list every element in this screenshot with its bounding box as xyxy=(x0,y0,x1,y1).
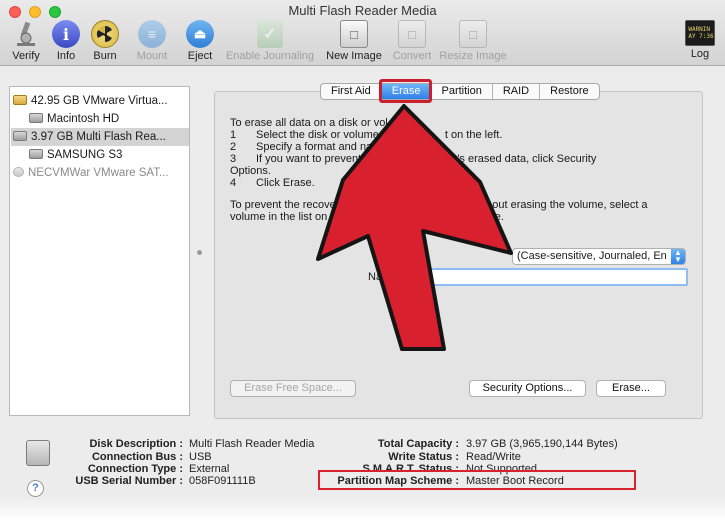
mount-label: Mount xyxy=(136,50,168,62)
tab-first-aid[interactable]: First Aid xyxy=(321,84,382,99)
sidebar-item-label: NECVMWar VMware SAT... xyxy=(28,167,169,179)
enable-journaling-button[interactable]: ✓ Enable Journaling xyxy=(222,20,318,62)
enable-journaling-label: Enable Journaling xyxy=(225,50,315,62)
disk-icon xyxy=(13,131,27,141)
info-icon: i xyxy=(52,20,80,48)
erase-free-space-button[interactable]: Erase Free Space... xyxy=(230,380,356,397)
resize-image-label: Resize Image xyxy=(439,50,507,62)
disk-icon xyxy=(13,95,27,105)
log-label: Log xyxy=(690,48,710,60)
convert-button[interactable]: □ Convert xyxy=(387,20,437,62)
log-button[interactable]: WARNIN AY 7:36 Log xyxy=(675,20,725,60)
resize-image-icon: □ xyxy=(459,20,487,48)
bottom-fade xyxy=(0,497,725,521)
security-options-button[interactable]: Security Options... xyxy=(469,380,586,397)
erase-para-line-1: To prevent the recovery os without erasi… xyxy=(230,199,648,211)
sidebar-item-label: SAMSUNG S3 xyxy=(47,149,123,161)
info-row-1: Disk Description : Multi Flash Reader Me… xyxy=(89,438,618,450)
erase-button[interactable]: Erase... xyxy=(596,380,666,397)
burn-label: Burn xyxy=(93,50,117,62)
eject-button[interactable]: ⏏ Eject xyxy=(175,20,225,62)
sidebar-item-label: 42.95 GB VMware Virtua... xyxy=(31,95,168,107)
journaling-icon: ✓ xyxy=(257,20,283,48)
resize-image-button[interactable]: □ Resize Image xyxy=(437,20,509,62)
erase-para-line-2: volume in the list on the Space. xyxy=(230,211,504,223)
erase-instructions-intro: To erase all data on a disk or vol xyxy=(230,117,388,129)
volume-icon xyxy=(29,113,43,123)
name-field[interactable] xyxy=(400,268,688,286)
sidebar-item-macintosh-hd[interactable]: Macintosh HD xyxy=(11,110,189,128)
disk-list: 42.95 GB VMware Virtua... Macintosh HD 3… xyxy=(9,86,190,416)
log-icon: WARNIN AY 7:36 xyxy=(685,20,715,46)
tab-bar: First Aid Erase Partition RAID Restore xyxy=(320,83,600,100)
erase-step-3: 3 If you want to prevent th the disk's era… xyxy=(230,153,597,165)
format-select[interactable]: (Case-sensitive, Journaled, En ▲ ▼ xyxy=(512,248,686,265)
window-title: Multi Flash Reader Media xyxy=(288,3,437,18)
toolbar: Multi Flash Reader Media Verify i Info B… xyxy=(0,0,725,66)
sidebar-item-samsung-s3[interactable]: SAMSUNG S3 xyxy=(11,146,189,164)
sidebar-item-multi-flash-reader[interactable]: 3.97 GB Multi Flash Rea... xyxy=(11,128,189,146)
erase-step-1: 1 Select the disk or volume t on the left. xyxy=(230,129,503,141)
mount-icon: ≡ xyxy=(138,20,166,48)
chevron-updown-icon: ▲ ▼ xyxy=(671,249,685,264)
burn-button[interactable]: Burn xyxy=(80,20,130,62)
microscope-icon xyxy=(12,20,40,48)
optical-drive-icon xyxy=(13,167,24,177)
eject-label: Eject xyxy=(187,50,213,62)
tab-raid[interactable]: RAID xyxy=(493,84,541,99)
sidebar-item-vmware-disk[interactable]: 42.95 GB VMware Virtua... xyxy=(11,92,189,110)
erase-step-2: 2 Specify a format and nam xyxy=(230,141,382,153)
disk-utility-window: Multi Flash Reader Media Verify i Info B… xyxy=(0,0,725,521)
erase-tab-annotation xyxy=(379,79,432,103)
new-image-label: New Image xyxy=(326,50,382,62)
erase-step-3-cont: Options. xyxy=(230,165,271,177)
eject-icon: ⏏ xyxy=(186,20,214,48)
tab-restore[interactable]: Restore xyxy=(540,84,599,99)
name-label: Name xyxy=(368,271,398,283)
sidebar-item-label: Macintosh HD xyxy=(47,113,120,125)
help-button[interactable]: ? xyxy=(27,480,44,497)
convert-icon: □ xyxy=(398,20,426,48)
format-select-value: (Case-sensitive, Journaled, En xyxy=(517,250,667,262)
sidebar-item-label: 3.97 GB Multi Flash Rea... xyxy=(31,131,166,143)
mount-button[interactable]: ≡ Mount xyxy=(127,20,177,62)
new-image-button[interactable]: □ New Image xyxy=(322,20,386,62)
tab-partition[interactable]: Partition xyxy=(431,84,493,99)
erase-step-4: 4 Click Erase. xyxy=(230,177,315,189)
volume-icon xyxy=(29,149,43,159)
convert-label: Convert xyxy=(392,50,432,62)
splitter-handle[interactable] xyxy=(197,250,202,255)
new-image-icon: □ xyxy=(340,20,368,48)
sidebar-item-necvmwar-sata[interactable]: NECVMWar VMware SAT... xyxy=(11,164,189,182)
partition-map-scheme-annotation xyxy=(318,470,636,490)
burn-icon xyxy=(91,20,119,48)
